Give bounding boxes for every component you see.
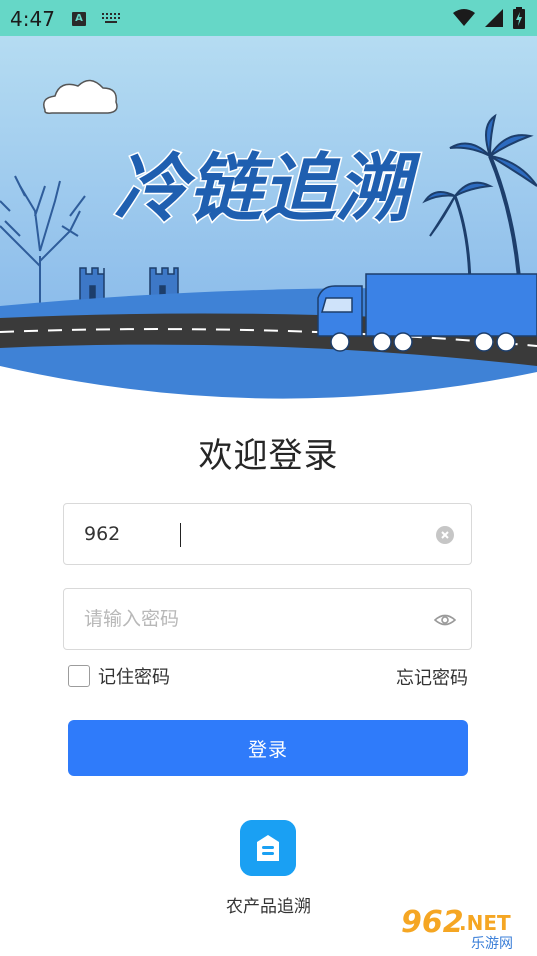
status-time: 4:47: [10, 7, 55, 31]
wifi-icon: [453, 9, 475, 26]
username-field[interactable]: [63, 503, 472, 565]
password-input[interactable]: [84, 589, 414, 649]
remember-checkbox[interactable]: [68, 665, 90, 687]
welcome-title: 欢迎登录: [198, 436, 339, 476]
keyboard-icon: [102, 13, 120, 23]
username-input[interactable]: [84, 504, 414, 564]
svg-text:962: 962: [401, 905, 464, 940]
cell-signal-icon: [485, 9, 503, 27]
text-caret: [180, 523, 181, 547]
notification-a-icon: A: [72, 12, 86, 26]
remember-password-toggle[interactable]: 记住密码: [68, 663, 170, 689]
shortcut-label: 农产品追溯: [226, 897, 311, 917]
home-box-icon: [240, 820, 296, 876]
cold-chain-banner: 冷链追溯: [0, 36, 537, 400]
login-button[interactable]: 登录: [68, 720, 468, 776]
battery-charging-icon: [513, 7, 525, 29]
status-bar: 4:47 A: [0, 0, 537, 36]
eye-icon[interactable]: [434, 611, 456, 629]
clear-icon[interactable]: [436, 526, 454, 544]
remember-label: 记住密码: [98, 667, 170, 688]
svg-text:.NET: .NET: [459, 911, 511, 935]
banner-title: 冷链追溯: [114, 146, 421, 232]
site-watermark-logo: 962 .NET 乐游网: [400, 904, 514, 952]
agri-trace-shortcut[interactable]: 农产品追溯: [200, 820, 337, 920]
svg-text:乐游网: 乐游网: [471, 936, 513, 952]
forgot-password-link[interactable]: 忘记密码: [396, 664, 468, 690]
password-field[interactable]: [63, 588, 472, 650]
